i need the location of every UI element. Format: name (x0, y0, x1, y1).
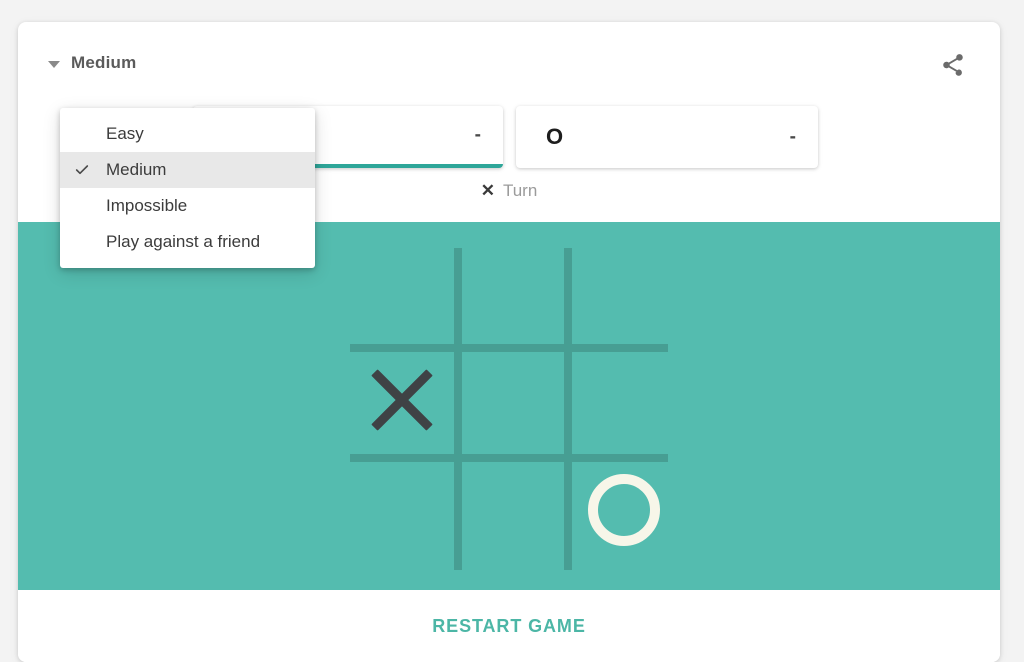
share-button[interactable] (934, 48, 972, 86)
difficulty-selector-button[interactable]: Medium (48, 48, 136, 78)
header-bar: Medium (18, 22, 1000, 110)
player-o-mark: O (546, 124, 564, 149)
check-icon (74, 162, 90, 178)
score-card-player-o[interactable]: O - (516, 106, 818, 168)
menu-item-label: Medium (106, 160, 167, 179)
o-mark-icon (588, 474, 660, 546)
difficulty-label: Medium (71, 53, 137, 72)
x-mark-icon (371, 369, 433, 431)
menu-item-label: Impossible (106, 196, 188, 215)
board-cell-3[interactable] (350, 352, 454, 448)
game-board-grid (350, 248, 670, 570)
menu-item-impossible[interactable]: Impossible (60, 188, 315, 224)
grid-line-horizontal-1 (350, 344, 668, 352)
footer-bar: RESTART GAME (18, 590, 1000, 662)
board-cell-6[interactable] (350, 462, 454, 558)
board-cell-5[interactable] (572, 352, 676, 448)
player-x-score: - (474, 124, 481, 146)
share-icon (940, 52, 966, 83)
board-cell-8[interactable] (572, 462, 676, 558)
board-cell-7[interactable] (462, 462, 566, 558)
menu-item-play-against-a-friend[interactable]: Play against a friend (60, 224, 315, 260)
board-cell-4[interactable] (462, 352, 566, 448)
board-cell-1[interactable] (462, 248, 566, 344)
difficulty-dropdown-menu: Easy Medium Impossible Play against a fr… (60, 108, 315, 268)
turn-label: Turn (502, 181, 538, 200)
tic-tac-toe-app-card: Medium ✕ - O - ✕ Turn (18, 22, 1000, 662)
menu-item-label: Play against a friend (106, 232, 261, 251)
turn-mark-icon: ✕ (480, 181, 495, 200)
menu-item-label: Easy (106, 124, 144, 143)
menu-item-medium[interactable]: Medium (60, 152, 315, 188)
player-o-score: - (789, 126, 796, 148)
chevron-down-icon (48, 60, 60, 68)
board-cell-2[interactable] (572, 248, 676, 344)
grid-line-horizontal-2 (350, 454, 668, 462)
board-cell-0[interactable] (350, 248, 454, 344)
menu-item-easy[interactable]: Easy (60, 116, 315, 152)
restart-game-button[interactable]: RESTART GAME (414, 606, 603, 647)
grid-line-vertical-1 (454, 248, 462, 570)
game-board-area (18, 222, 1000, 590)
